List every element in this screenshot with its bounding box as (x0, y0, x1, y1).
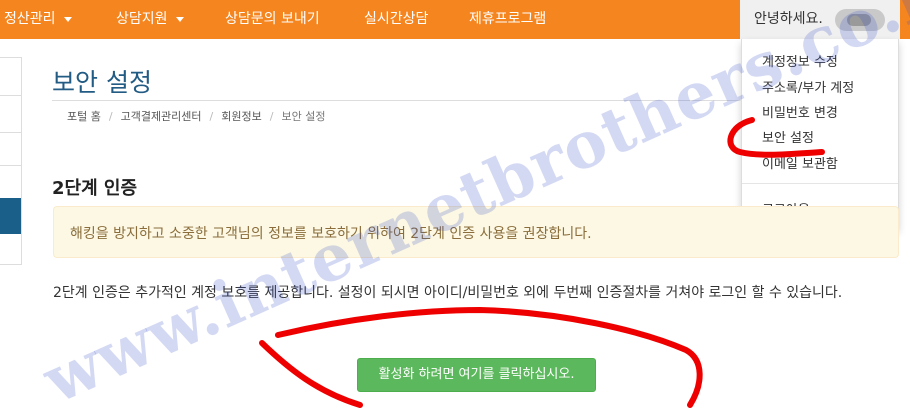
title-divider (52, 100, 742, 101)
description-text: 2단계 인증은 추가적인 계정 보호를 제공합니다. 설정이 되시면 아이디/비… (53, 285, 843, 301)
user-dropdown-menu: 계정정보 수정 주소록/부가 계정 비밀번호 변경 보안 설정 이메일 보관함 … (741, 39, 899, 230)
menu-divider (742, 183, 898, 184)
caret-down-icon (175, 16, 184, 22)
sidebar (0, 57, 22, 265)
sidebar-divider (0, 132, 21, 133)
menu-item-edit-account[interactable]: 계정정보 수정 (762, 51, 838, 70)
breadcrumb-current: 보안 설정 (281, 110, 326, 123)
nav-item-partner-program[interactable]: 제휴프로그램 (469, 0, 546, 39)
menu-item-security-settings[interactable]: 보안 설정 (762, 127, 814, 146)
breadcrumb-separator: / (108, 110, 113, 123)
red-circle-stroke (259, 340, 363, 408)
sidebar-item-active[interactable] (0, 198, 21, 234)
breadcrumb-separator: / (269, 110, 274, 123)
nav-item-live-chat[interactable]: 실시간상담 (364, 0, 428, 39)
breadcrumb-portal-home[interactable]: 포털 홈 (67, 110, 101, 123)
activate-2fa-button[interactable]: 활성화 하려면 여기를 클릭하십시오. (357, 358, 596, 392)
menu-item-email-archive[interactable]: 이메일 보관함 (762, 153, 838, 172)
breadcrumb: 포털 홈 / 고객결제관리센터 / 회원정보 / 보안 설정 (67, 108, 325, 124)
breadcrumb-member-info[interactable]: 회원정보 (221, 110, 261, 123)
nav-item-support[interactable]: 상담지원 (116, 0, 184, 39)
breadcrumb-separator: / (209, 110, 214, 123)
nav-item-send-inquiry[interactable]: 상담문의 보내기 (225, 0, 320, 39)
warning-alert: 해킹을 방지하고 소중한 고객님의 정보를 보호하기 위하여 2단계 인증 사용… (53, 206, 899, 258)
avatar[interactable] (835, 9, 885, 31)
caret-down-icon (63, 16, 72, 22)
greeting-text: 안녕하세요. (754, 11, 823, 27)
nav-item-settlement[interactable]: 정산관리 (4, 0, 72, 39)
top-navbar: 정산관리 상담지원 상담문의 보내기 실시간상담 제휴프로그램 안녕하세요. (0, 0, 910, 39)
sidebar-divider (0, 165, 21, 166)
menu-item-change-password[interactable]: 비밀번호 변경 (762, 102, 838, 121)
sidebar-divider (0, 95, 21, 96)
page-title: 보안 설정 (52, 68, 152, 97)
alert-text: 해킹을 방지하고 소중한 고객님의 정보를 보호하기 위하여 2단계 인증 사용… (70, 226, 592, 242)
menu-item-address-book[interactable]: 주소록/부가 계정 (762, 77, 854, 96)
section-title: 2단계 인증 (52, 178, 138, 199)
breadcrumb-billing-center[interactable]: 고객결제관리센터 (121, 110, 202, 123)
